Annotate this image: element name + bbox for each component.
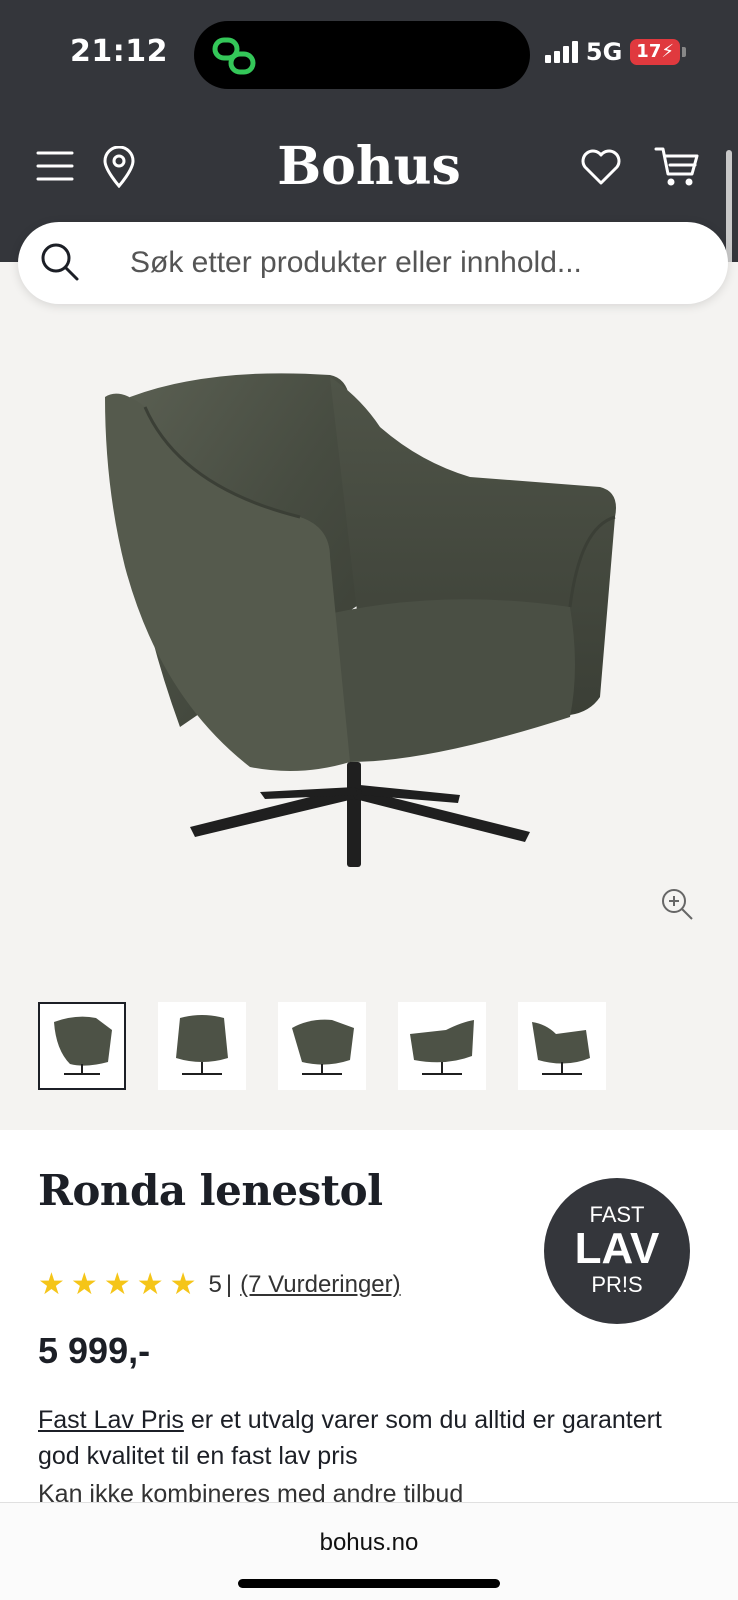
badge-line-3: PR!S [591,1272,643,1297]
rating-stars: ★ ★ ★ ★ ★ [38,1270,197,1300]
fast-lav-pris-badge: FAST LAV PR!S [544,1178,690,1324]
status-indicators: 5G 17⚡ [544,38,686,66]
thumbnail-strip [38,1002,606,1090]
thumbnail-2[interactable] [158,1002,246,1090]
thumbnail-chair-image [176,1015,228,1075]
product-rating: ★ ★ ★ ★ ★ 5 | (7 Vurderinger) [38,1270,401,1300]
link-activity-icon [212,37,256,75]
product-title: Ronda lenestol [38,1166,383,1215]
url-label[interactable]: bohus.no [0,1529,738,1557]
dynamic-island [194,21,530,89]
home-indicator[interactable] [238,1579,500,1588]
battery-level: 17 [636,41,662,62]
star-icon: ★ [169,1268,197,1301]
star-icon: ★ [136,1268,164,1301]
thumbnail-chair-image [54,1016,112,1075]
zoom-icon[interactable] [660,887,694,921]
star-icon: ★ [38,1268,65,1301]
thumbnail-chair-image [532,1022,590,1075]
thumbnail-1[interactable] [38,1002,126,1090]
thumbnail-chair-image [292,1019,354,1075]
rating-value: 5 [208,1271,222,1298]
star-icon: ★ [103,1268,131,1301]
heart-icon[interactable] [580,148,622,186]
brand-logo[interactable]: Bohus [0,136,738,197]
thumbnail-5[interactable] [518,1002,606,1090]
price-description: Fast Lav Pris er et utvalg varer som du … [38,1402,678,1474]
reviews-link[interactable]: (7 Vurderinger) [240,1271,401,1299]
star-icon: ★ [70,1268,98,1301]
thumbnail-4[interactable] [398,1002,486,1090]
badge-line-2: LAV [574,1224,660,1273]
signal-icon [544,41,578,63]
rating-separator: | [225,1271,233,1298]
thumbnail-chair-image [410,1020,474,1075]
product-main-image[interactable] [100,367,640,887]
product-gallery [0,262,738,1130]
search-bar[interactable] [18,222,728,304]
browser-address-bar[interactable]: bohus.no [0,1502,738,1600]
search-input[interactable] [130,222,690,304]
battery-icon: 17⚡ [630,39,686,65]
product-price: 5 999,- [38,1330,151,1371]
thumbnail-3[interactable] [278,1002,366,1090]
search-icon[interactable] [40,242,80,282]
network-label: 5G [585,38,623,66]
fast-lav-pris-link[interactable]: Fast Lav Pris [38,1406,184,1434]
status-time: 21:12 [70,34,168,69]
cart-icon[interactable] [654,146,700,188]
